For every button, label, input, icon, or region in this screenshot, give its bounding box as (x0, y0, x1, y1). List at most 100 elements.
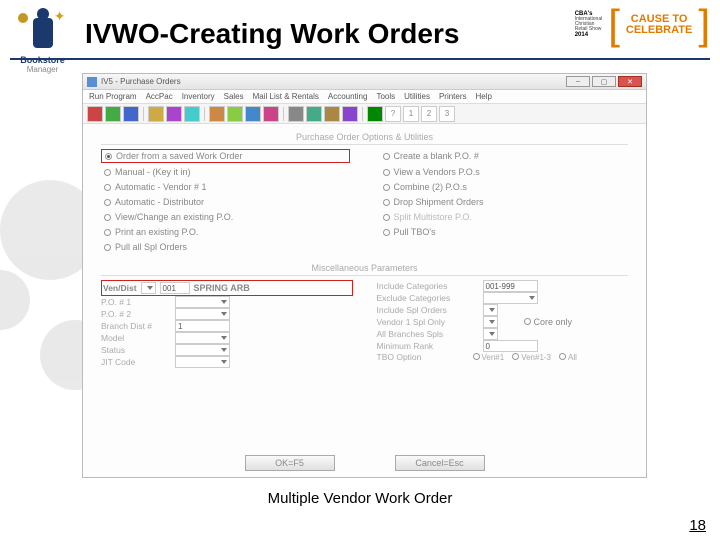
menu-utilities[interactable]: Utilities (404, 92, 430, 101)
option-view-a-vendors-p-o-s[interactable]: View a Vendors P.O.s (380, 166, 629, 178)
toolbar-icon-4[interactable] (166, 106, 182, 122)
misc-params-heading: Miscellaneous Parameters (101, 261, 628, 276)
option-create-a-blank-p-o-[interactable]: Create a blank P.O. # (380, 149, 629, 163)
window-titlebar[interactable]: IV5 - Purchase Orders – ▢ ✕ (83, 74, 646, 90)
toolbar-btn-?[interactable]: ? (385, 106, 401, 122)
param-input[interactable] (483, 328, 498, 340)
minimize-button[interactable]: – (566, 76, 590, 87)
ven-dist-type-dropdown[interactable] (141, 282, 156, 294)
tbo-opt-ven1[interactable]: Ven#1 (473, 353, 505, 362)
param-label: Include Categories (377, 281, 477, 291)
option-pull-tbo-s[interactable]: Pull TBO's (380, 226, 629, 238)
toolbar-icon-3[interactable] (148, 106, 164, 122)
option-print-an-existing-p-o-[interactable]: Print an existing P.O. (101, 226, 350, 238)
radio-icon (104, 214, 111, 221)
tbo-option-group: Ven#1 Ven#1-3 All (473, 353, 577, 362)
title-underline (10, 58, 710, 60)
toolbar-icon-9[interactable] (263, 106, 279, 122)
param-label: Branch Dist # (101, 321, 169, 331)
param-label: Vendor 1 Spl Only (377, 317, 477, 327)
ok-button[interactable]: OK=F5 (245, 455, 335, 471)
radio-icon (383, 199, 390, 206)
ven-dist-row[interactable]: Ven/Dist 001 SPRING ARB (101, 280, 353, 296)
toolbar-icon-2[interactable] (123, 106, 139, 122)
menu-sales[interactable]: Sales (224, 92, 244, 101)
menu-tools[interactable]: Tools (376, 92, 395, 101)
param-input[interactable]: 001-999 (483, 280, 538, 292)
option-manual-key-it-in-[interactable]: Manual - (Key it in) (101, 166, 350, 178)
po-options-heading: Purchase Order Options & Utilities (101, 130, 628, 145)
menu-bar: Run Program AccPac Inventory Sales Mail List… (83, 90, 646, 104)
option-drop-shipment-orders[interactable]: Drop Shipment Orders (380, 196, 629, 208)
param-input[interactable]: 1 (175, 320, 230, 332)
param-label: Include Spl Orders (377, 305, 477, 315)
close-button[interactable]: ✕ (618, 76, 642, 87)
toolbar-icon-6[interactable] (209, 106, 225, 122)
option-label: Automatic - Vendor # 1 (115, 182, 207, 192)
param-input[interactable] (175, 356, 230, 368)
option-pull-all-spl-orders[interactable]: Pull all Spl Orders (101, 241, 350, 253)
option-label: Automatic - Distributor (115, 197, 204, 207)
param-exclude-categories: Exclude Categories (377, 292, 629, 304)
window-icon (87, 77, 97, 87)
param-input[interactable] (483, 316, 498, 328)
toolbar-icon-5[interactable] (184, 106, 200, 122)
param-label: Model (101, 333, 169, 343)
toolbar-icon-8[interactable] (245, 106, 261, 122)
toolbar-btn-3[interactable]: 3 (439, 106, 455, 122)
core-only-option[interactable]: Core only (524, 317, 573, 327)
menu-run-program[interactable]: Run Program (89, 92, 137, 101)
option-automatic-distributor[interactable]: Automatic - Distributor (101, 196, 350, 208)
param-input[interactable] (483, 292, 538, 304)
menu-help[interactable]: Help (476, 92, 492, 101)
option-label: Print an existing P.O. (115, 227, 198, 237)
radio-icon (104, 184, 111, 191)
cancel-button[interactable]: Cancel=Esc (395, 455, 485, 471)
menu-inventory[interactable]: Inventory (182, 92, 215, 101)
ven-dist-name: SPRING ARB (194, 283, 250, 293)
toolbar-icon-13[interactable] (342, 106, 358, 122)
param-input[interactable] (175, 308, 230, 320)
param-input[interactable] (175, 332, 230, 344)
toolbar-btn-2[interactable]: 2 (421, 106, 437, 122)
menu-printers[interactable]: Printers (439, 92, 467, 101)
toolbar-icon-0[interactable] (87, 106, 103, 122)
bookstore-manager-logo: ✦ BookstoreManager (10, 8, 75, 75)
option-label: Pull TBO's (394, 227, 436, 237)
tbo-opt-ven13[interactable]: Ven#1-3 (512, 353, 551, 362)
param-label: JIT Code (101, 357, 169, 367)
option-label: Manual - (Key it in) (115, 167, 191, 177)
toolbar-icon-1[interactable] (105, 106, 121, 122)
param-input[interactable] (175, 296, 230, 308)
toolbar-icon-7[interactable] (227, 106, 243, 122)
param-label: All Branches Spls (377, 329, 477, 339)
param-input[interactable] (483, 304, 498, 316)
menu-accpac[interactable]: AccPac (146, 92, 173, 101)
option-order-from-a-saved-work-order[interactable]: Order from a saved Work Order (101, 149, 350, 163)
param-input[interactable] (175, 344, 230, 356)
maximize-button[interactable]: ▢ (592, 76, 616, 87)
menu-accounting[interactable]: Accounting (328, 92, 368, 101)
option-label: View/Change an existing P.O. (115, 212, 233, 222)
param-p-o-1: P.O. # 1 (101, 296, 353, 308)
option-combine-2-p-o-s[interactable]: Combine (2) P.O.s (380, 181, 629, 193)
toolbar-icon-14[interactable] (367, 106, 383, 122)
tbo-opt-all[interactable]: All (559, 353, 577, 362)
toolbar-icon-10[interactable] (288, 106, 304, 122)
param-input[interactable]: 0 (483, 340, 538, 352)
toolbar-btn-1[interactable]: 1 (403, 106, 419, 122)
option-view-change-an-existing-p-o-[interactable]: View/Change an existing P.O. (101, 211, 350, 223)
menu-mail-list-rentals[interactable]: Mail List & Rentals (253, 92, 319, 101)
option-split-multistore-p-o-[interactable]: Split Multistore P.O. (380, 211, 629, 223)
param-minimum-rank: Minimum Rank 0 (377, 340, 629, 352)
toolbar-icon-12[interactable] (324, 106, 340, 122)
ven-dist-code-input[interactable]: 001 (160, 282, 190, 294)
toolbar: ?123 (83, 104, 646, 124)
purchase-order-window: IV5 - Purchase Orders – ▢ ✕ Run Program A… (82, 73, 647, 478)
option-label: Combine (2) P.O.s (394, 182, 467, 192)
option-automatic-vendor-1[interactable]: Automatic - Vendor # 1 (101, 181, 350, 193)
radio-icon (383, 169, 390, 176)
option-label: Create a blank P.O. # (394, 151, 479, 161)
param-label: Minimum Rank (377, 341, 477, 351)
toolbar-icon-11[interactable] (306, 106, 322, 122)
